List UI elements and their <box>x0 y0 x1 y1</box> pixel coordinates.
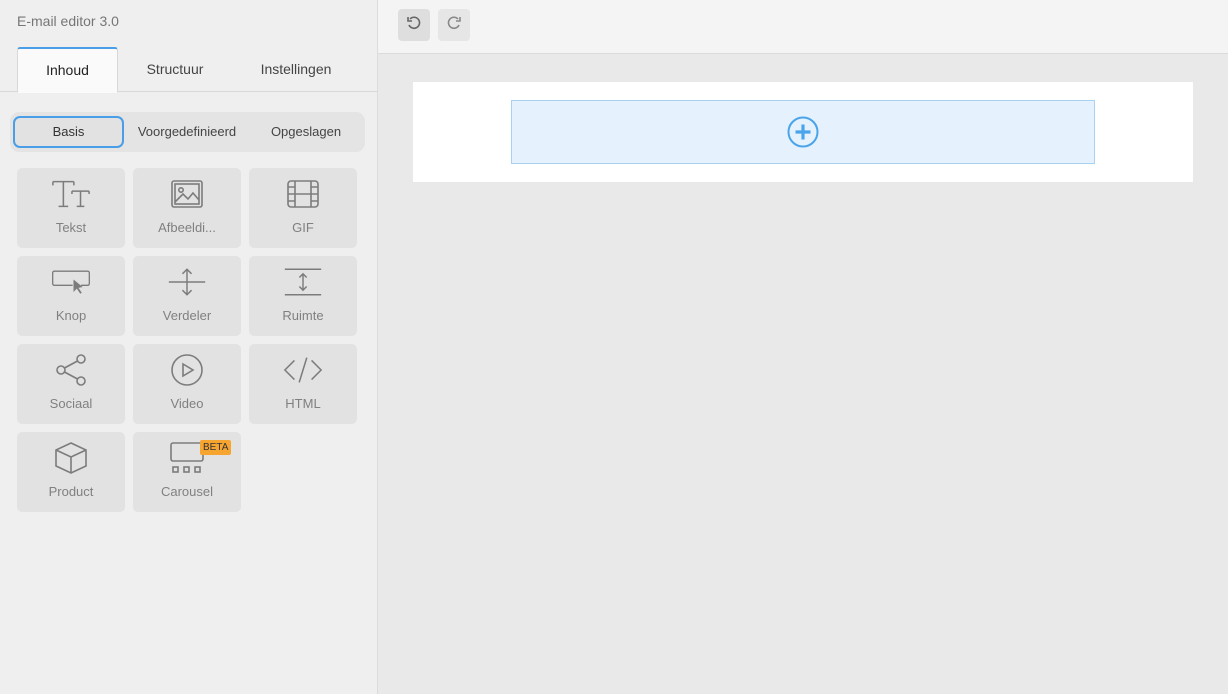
play-icon <box>167 354 207 386</box>
block-carousel[interactable]: BETA Carousel <box>133 432 241 512</box>
spacer-icon <box>283 266 323 298</box>
drop-zone[interactable] <box>511 100 1095 164</box>
tab-inhoud[interactable]: Inhoud <box>17 47 118 93</box>
block-video[interactable]: Video <box>133 344 241 424</box>
block-tekst[interactable]: Tekst <box>17 168 125 248</box>
beta-badge: BETA <box>200 440 232 455</box>
block-gif[interactable]: GIF <box>249 168 357 248</box>
segment-voorgedefinieerd[interactable]: Voorgedefinieerd <box>128 116 246 148</box>
segment-basis[interactable]: Basis <box>13 116 124 148</box>
undo-icon <box>406 15 422 36</box>
sidebar: E-mail editor 3.0 Inhoud Structuur Inste… <box>0 0 378 694</box>
block-label: Afbeeldi... <box>158 220 216 235</box>
block-label: Carousel <box>160 484 214 499</box>
block-label: Tekst <box>55 220 87 235</box>
text-icon <box>51 178 91 210</box>
block-sociaal[interactable]: Sociaal <box>17 344 125 424</box>
redo-button[interactable] <box>438 9 470 41</box>
segmented-control: Basis Voorgedefinieerd Opgeslagen <box>10 112 365 152</box>
app-title: E-mail editor 3.0 <box>17 13 119 29</box>
block-label: Product <box>48 484 94 499</box>
box-icon <box>51 442 91 474</box>
film-icon <box>283 178 323 210</box>
segment-opgeslagen[interactable]: Opgeslagen <box>250 116 362 148</box>
undo-button[interactable] <box>398 9 430 41</box>
block-label: HTML <box>285 396 321 411</box>
block-product[interactable]: Product <box>17 432 125 512</box>
divider-icon <box>167 266 207 298</box>
plus-circle-icon[interactable] <box>787 116 819 148</box>
block-label: Video <box>170 396 204 411</box>
tab-instellingen[interactable]: Instellingen <box>232 47 360 92</box>
image-icon <box>167 178 207 210</box>
block-html[interactable]: HTML <box>249 344 357 424</box>
share-icon <box>51 354 91 386</box>
block-label: Ruimte <box>282 308 324 323</box>
block-label: Sociaal <box>49 396 93 411</box>
block-verdeler[interactable]: Verdeler <box>133 256 241 336</box>
tab-structuur[interactable]: Structuur <box>122 47 228 92</box>
button-cursor-icon <box>51 266 91 298</box>
tab-bar: Inhoud Structuur Instellingen <box>0 47 377 93</box>
email-canvas <box>413 82 1193 182</box>
block-afbeelding[interactable]: Afbeeldi... <box>133 168 241 248</box>
app: E-mail editor 3.0 Inhoud Structuur Inste… <box>0 0 1228 694</box>
block-label: Knop <box>55 308 87 323</box>
block-knop[interactable]: Knop <box>17 256 125 336</box>
block-label: GIF <box>292 220 314 235</box>
code-icon <box>283 354 323 386</box>
block-label: Verdeler <box>162 308 212 323</box>
block-ruimte[interactable]: Ruimte <box>249 256 357 336</box>
redo-icon <box>446 15 462 36</box>
toolbar <box>378 0 1228 54</box>
